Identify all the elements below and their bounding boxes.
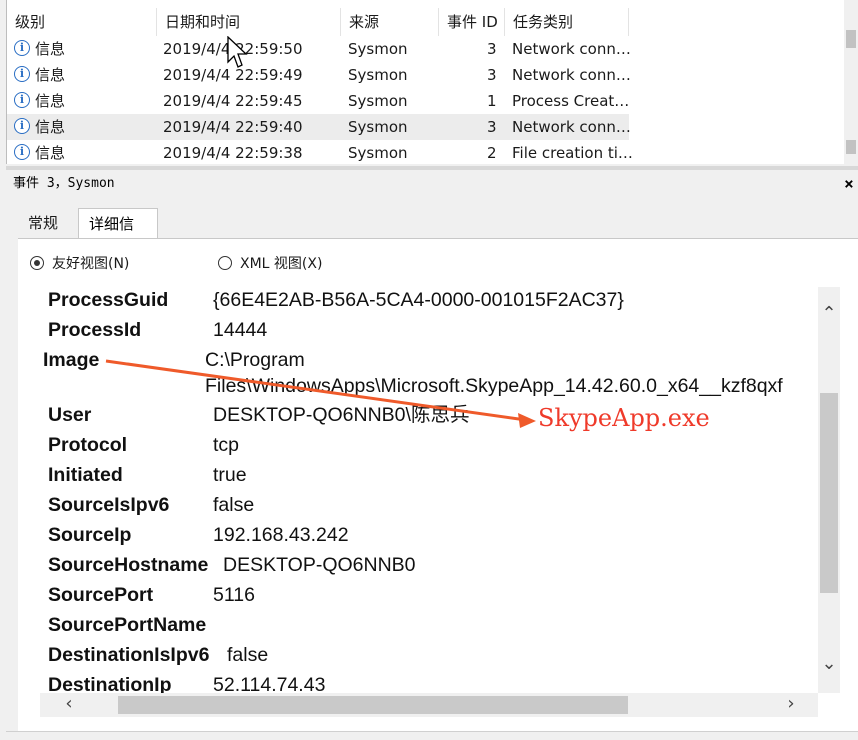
field-value: 14444 <box>213 319 268 341</box>
xml-view-radio[interactable]: XML 视图(X) <box>218 253 322 275</box>
datetime-cell: 2019/4/4 22:59:38 <box>163 144 303 162</box>
source-cell: Sysmon <box>348 66 408 84</box>
chevron-left-icon[interactable]: ‹ <box>58 693 80 714</box>
source-cell: Sysmon <box>348 144 408 162</box>
field-name: SourceHostname <box>48 554 209 576</box>
field-name: Image <box>43 349 100 371</box>
table-row[interactable]: i 信息 2019/4/4 22:59:38 Sysmon 2 File cre… <box>7 140 633 164</box>
level-cell: 信息 <box>35 118 66 136</box>
event-list: 级别 日期和时间 来源 事件 ID 任务类别 i 信息 2019/4/4 22:… <box>6 0 858 164</box>
table-row-selected[interactable]: i 信息 2019/4/4 22:59:40 Sysmon 3 Network … <box>7 114 631 140</box>
field-value: DESKTOP-QO6NNB0\陈思兵 <box>213 404 470 426</box>
field-value: false <box>227 644 269 666</box>
radio-unselected-icon <box>218 256 232 270</box>
friendly-view-label: 友好视图(N) <box>52 256 130 272</box>
chevron-right-icon[interactable]: › <box>780 693 802 714</box>
task-category-cell: Network conn… <box>512 66 631 84</box>
radio-selected-icon <box>30 256 44 270</box>
datetime-cell: 2019/4/4 22:59:40 <box>163 118 303 136</box>
field-value-continued: Files\WindowsApps\Microsoft.SkypeApp_14.… <box>205 375 783 397</box>
task-category-cell: Network conn… <box>512 118 631 136</box>
field-name: SourceIp <box>48 524 132 546</box>
tab-details[interactable]: 详细信息 <box>78 208 158 263</box>
event-id-cell: 3 <box>487 40 497 58</box>
field-name: DestinationIp <box>48 674 172 693</box>
column-header-source[interactable]: 来源 <box>341 8 439 36</box>
datetime-cell: 2019/4/4 22:59:45 <box>163 92 303 110</box>
chevron-up-icon[interactable]: ⌃ <box>818 303 840 324</box>
field-name: SourceIsIpv6 <box>48 494 170 516</box>
field-name: ProcessId <box>48 319 142 341</box>
scrollbar-thumb[interactable] <box>846 30 856 48</box>
field-value: false <box>213 494 255 516</box>
field-name: Protocol <box>48 434 128 456</box>
tab-general[interactable]: 常规 <box>18 208 80 238</box>
field-value: tcp <box>213 434 240 456</box>
field-value: true <box>213 464 247 486</box>
info-icon: i <box>14 118 30 134</box>
friendly-view-radio[interactable]: 友好视图(N) <box>30 253 129 275</box>
task-category-cell: Process Creat… <box>512 92 630 110</box>
table-row[interactable]: i 信息 2019/4/4 22:59:50 Sysmon 3 Network … <box>7 36 631 62</box>
details-vertical-scrollbar[interactable]: ⌃ ⌄ <box>818 287 840 693</box>
scrollbar-thumb[interactable] <box>118 696 628 714</box>
column-header-task-category[interactable]: 任务类别 <box>505 8 629 36</box>
column-header-datetime[interactable]: 日期和时间 <box>157 8 341 36</box>
task-category-cell: File creation ti… <box>512 144 633 162</box>
info-icon: i <box>14 66 30 82</box>
info-icon: i <box>14 40 30 56</box>
list-header: 级别 日期和时间 来源 事件 ID 任务类别 <box>7 8 631 36</box>
field-value: DESKTOP-QO6NNB0 <box>223 554 416 576</box>
field-name: DestinationIsIpv6 <box>48 644 210 666</box>
details-pane-title: 事件 3，Sysmon <box>13 176 115 191</box>
field-value: 192.168.43.242 <box>213 524 349 546</box>
level-cell: 信息 <box>35 144 66 162</box>
event-fields: ProcessGuid {66E4E2AB-B56A-5CA4-0000-001… <box>40 287 818 693</box>
task-category-cell: Network conn… <box>512 40 631 58</box>
info-icon: i <box>14 92 30 108</box>
field-name: Initiated <box>48 464 123 486</box>
event-id-cell: 3 <box>487 66 497 84</box>
column-header-event-id[interactable]: 事件 ID <box>439 8 505 36</box>
event-id-cell: 3 <box>487 118 497 136</box>
details-pane-header: 事件 3，Sysmon × <box>6 170 858 198</box>
event-list-scrollbar[interactable] <box>844 0 858 164</box>
close-icon[interactable]: × <box>842 170 856 198</box>
scrollbar-thumb[interactable] <box>820 393 838 593</box>
mouse-cursor-icon <box>227 36 248 68</box>
level-cell: 信息 <box>35 40 66 58</box>
annotation-label: SkypeApp.exe <box>538 404 710 432</box>
chevron-down-icon[interactable]: ⌄ <box>818 653 840 674</box>
table-row[interactable]: i 信息 2019/4/4 22:59:45 Sysmon 1 Process … <box>7 88 629 114</box>
level-cell: 信息 <box>35 66 66 84</box>
field-value: 5116 <box>213 584 255 606</box>
field-name: ProcessGuid <box>48 289 169 311</box>
source-cell: Sysmon <box>348 92 408 110</box>
event-id-cell: 1 <box>487 92 497 110</box>
details-horizontal-scrollbar[interactable]: ‹ › <box>40 693 818 717</box>
event-id-cell: 2 <box>487 144 497 162</box>
table-row[interactable]: i 信息 2019/4/4 22:59:49 Sysmon 3 Network … <box>7 62 631 88</box>
info-icon: i <box>14 144 30 160</box>
level-cell: 信息 <box>35 92 66 110</box>
field-name: User <box>48 404 92 426</box>
field-value: {66E4E2AB-B56A-5CA4-0000-001015F2AC37} <box>213 289 624 311</box>
column-header-level[interactable]: 级别 <box>7 8 157 36</box>
xml-view-label: XML 视图(X) <box>240 256 323 272</box>
field-value: 52.114.74.43 <box>213 674 326 693</box>
field-name: SourcePortName <box>48 614 207 636</box>
scrollbar-thumb-lower[interactable] <box>846 140 856 154</box>
field-name: SourcePort <box>48 584 154 606</box>
source-cell: Sysmon <box>348 40 408 58</box>
source-cell: Sysmon <box>348 118 408 136</box>
